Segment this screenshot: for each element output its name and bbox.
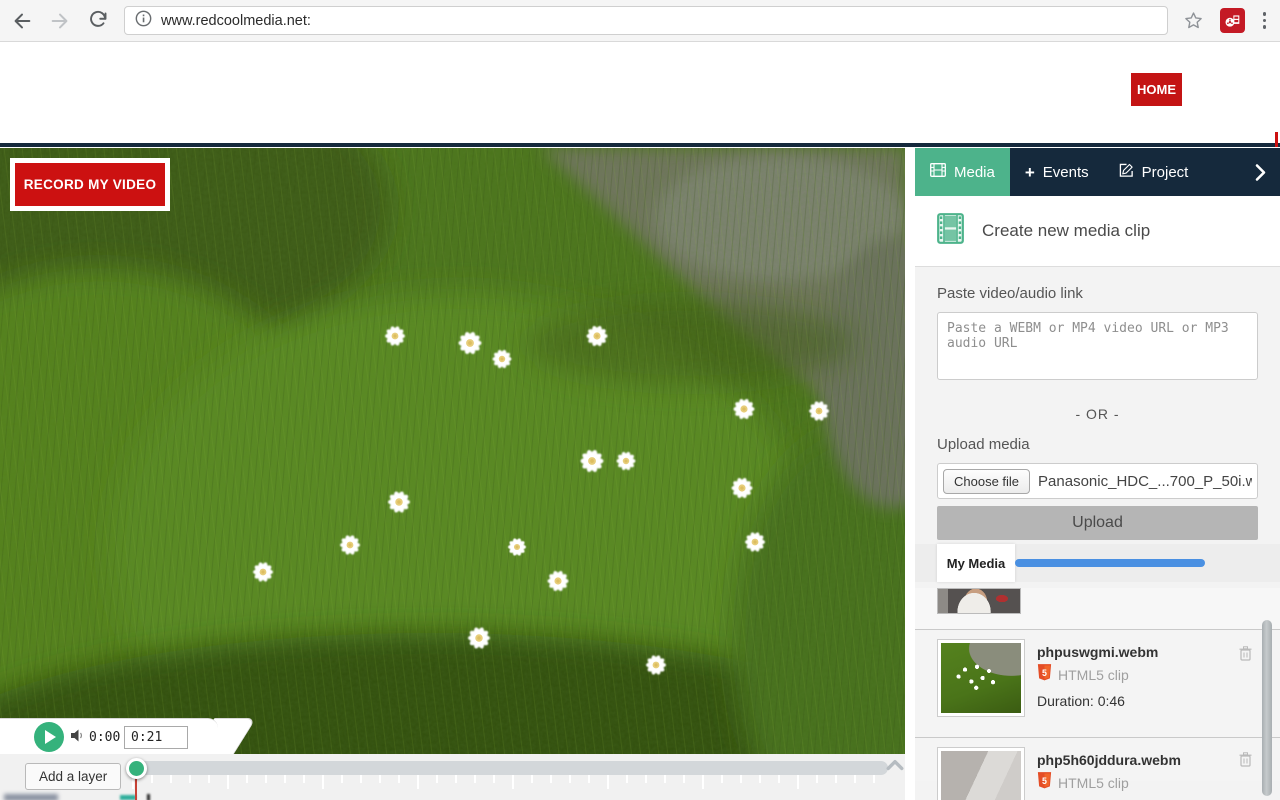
header-divider-accent [1275,132,1278,147]
chevron-up-icon[interactable] [884,758,905,778]
tab-project[interactable]: Project [1104,148,1204,196]
media-type: HTML5 clip [1058,775,1129,791]
media-list: phpuswgmi.webm 5 HTML5 clip Duration: 0:… [915,588,1280,800]
tab-media-label: Media [954,163,995,181]
menu-dots-icon[interactable] [1259,12,1271,29]
header-divider [0,143,1280,147]
back-icon[interactable] [10,9,34,33]
forward-icon[interactable] [48,9,72,33]
clipped-layer-tick [147,794,150,800]
or-divider: - OR - [1075,406,1120,422]
media-type: HTML5 clip [1058,667,1129,683]
play-icon[interactable] [34,722,64,752]
trash-icon[interactable] [1239,646,1252,666]
media-thumbnail[interactable] [937,639,1025,717]
edit-icon [1119,163,1134,182]
page-info-icon[interactable] [135,10,152,32]
list-item-clipped-top[interactable] [915,588,1280,629]
tab-media[interactable]: Media [915,148,1010,196]
editor-sidebar: Media + Events Project Create new media … [915,148,1280,800]
sidebar-tabs: Media + Events Project [915,148,1280,196]
svg-text:5: 5 [1042,776,1047,786]
plus-icon: + [1024,162,1035,182]
sidebar-scrollbar[interactable] [1262,620,1272,796]
play-triangle [45,730,56,744]
my-media-tab[interactable]: My Media [937,544,1015,582]
chevron-right-icon[interactable] [1254,148,1280,196]
html5-logo-icon: 5 [1037,772,1052,794]
tab-events[interactable]: + Events [1010,148,1104,196]
film-icon [930,163,946,181]
create-media-clip-button[interactable]: Create new media clip [915,196,1280,267]
create-media-clip-label: Create new media clip [982,221,1151,240]
sidebar-body: Paste video/audio link - OR - Upload med… [915,285,1280,800]
timeline-track[interactable] [128,761,888,775]
browser-toolbar: www.redcoolmedia.net: [0,0,1280,42]
record-my-video-label: RECORD MY VIDEO [15,163,165,206]
upload-progress-bar [1015,559,1205,567]
redcool-extension-icon[interactable] [1219,8,1245,33]
list-item[interactable]: php5h60jddura.webm 5 HTML5 clip [915,738,1280,800]
tab-events-label: Events [1042,163,1089,181]
tab-project-label: Project [1141,163,1189,181]
upload-button[interactable]: Upload [937,506,1258,540]
home-button[interactable]: HOME [1131,73,1182,106]
volume-icon[interactable] [71,729,85,747]
filmstrip-icon [937,213,964,249]
paste-link-input[interactable] [937,312,1258,380]
clipped-layer-marker [120,795,136,800]
media-meta: php5h60jddura.webm 5 HTML5 clip [1037,752,1181,791]
url-text[interactable]: www.redcoolmedia.net: [161,13,311,29]
list-item[interactable]: phpuswgmi.webm 5 HTML5 clip Duration: 0:… [915,630,1280,737]
html5-logo-icon: 5 [1037,664,1052,686]
file-input[interactable]: Choose file Panasonic_HDC_...700_P_50i.w… [937,463,1258,499]
choose-file-button[interactable]: Choose file [943,468,1031,494]
chosen-file-name: Panasonic_HDC_...700_P_50i.webm [1038,472,1252,490]
page-header: HOME [0,42,1280,148]
paste-link-label: Paste video/audio link [937,285,1083,302]
address-bar[interactable]: www.redcoolmedia.net: [124,6,1168,35]
my-media-row: My Media [915,544,1280,582]
media-meta: phpuswgmi.webm 5 HTML5 clip Duration: 0:… [1037,644,1158,737]
webcam-clip-thumbnail[interactable] [937,588,1021,614]
media-name: php5h60jddura.webm [1037,752,1181,768]
media-duration: Duration: 0:46 [1037,693,1125,709]
clipped-layer-row [4,794,58,800]
meadow-thumbnail-image [941,643,1021,713]
svg-text:5: 5 [1042,668,1047,678]
timeline-strip: Add a layer [0,754,905,800]
media-name: phpuswgmi.webm [1037,644,1159,660]
trash-icon[interactable] [1239,752,1252,772]
media-thumbnail[interactable] [937,747,1025,800]
reload-icon[interactable] [86,9,110,33]
video-preview[interactable]: RECORD MY VIDEO 0:00 / Add a layer [0,148,905,800]
bookmark-star-icon[interactable] [1182,9,1206,33]
video-frame-meadow [0,148,905,754]
record-my-video-button[interactable]: RECORD MY VIDEO [10,158,170,211]
upload-media-label: Upload media [937,436,1030,453]
timeline-ticks-minor [132,775,884,783]
duration-input[interactable] [124,726,188,749]
timeline-knob[interactable] [126,758,147,779]
ceiling-thumbnail-image [941,751,1021,800]
add-layer-button[interactable]: Add a layer [25,763,122,790]
